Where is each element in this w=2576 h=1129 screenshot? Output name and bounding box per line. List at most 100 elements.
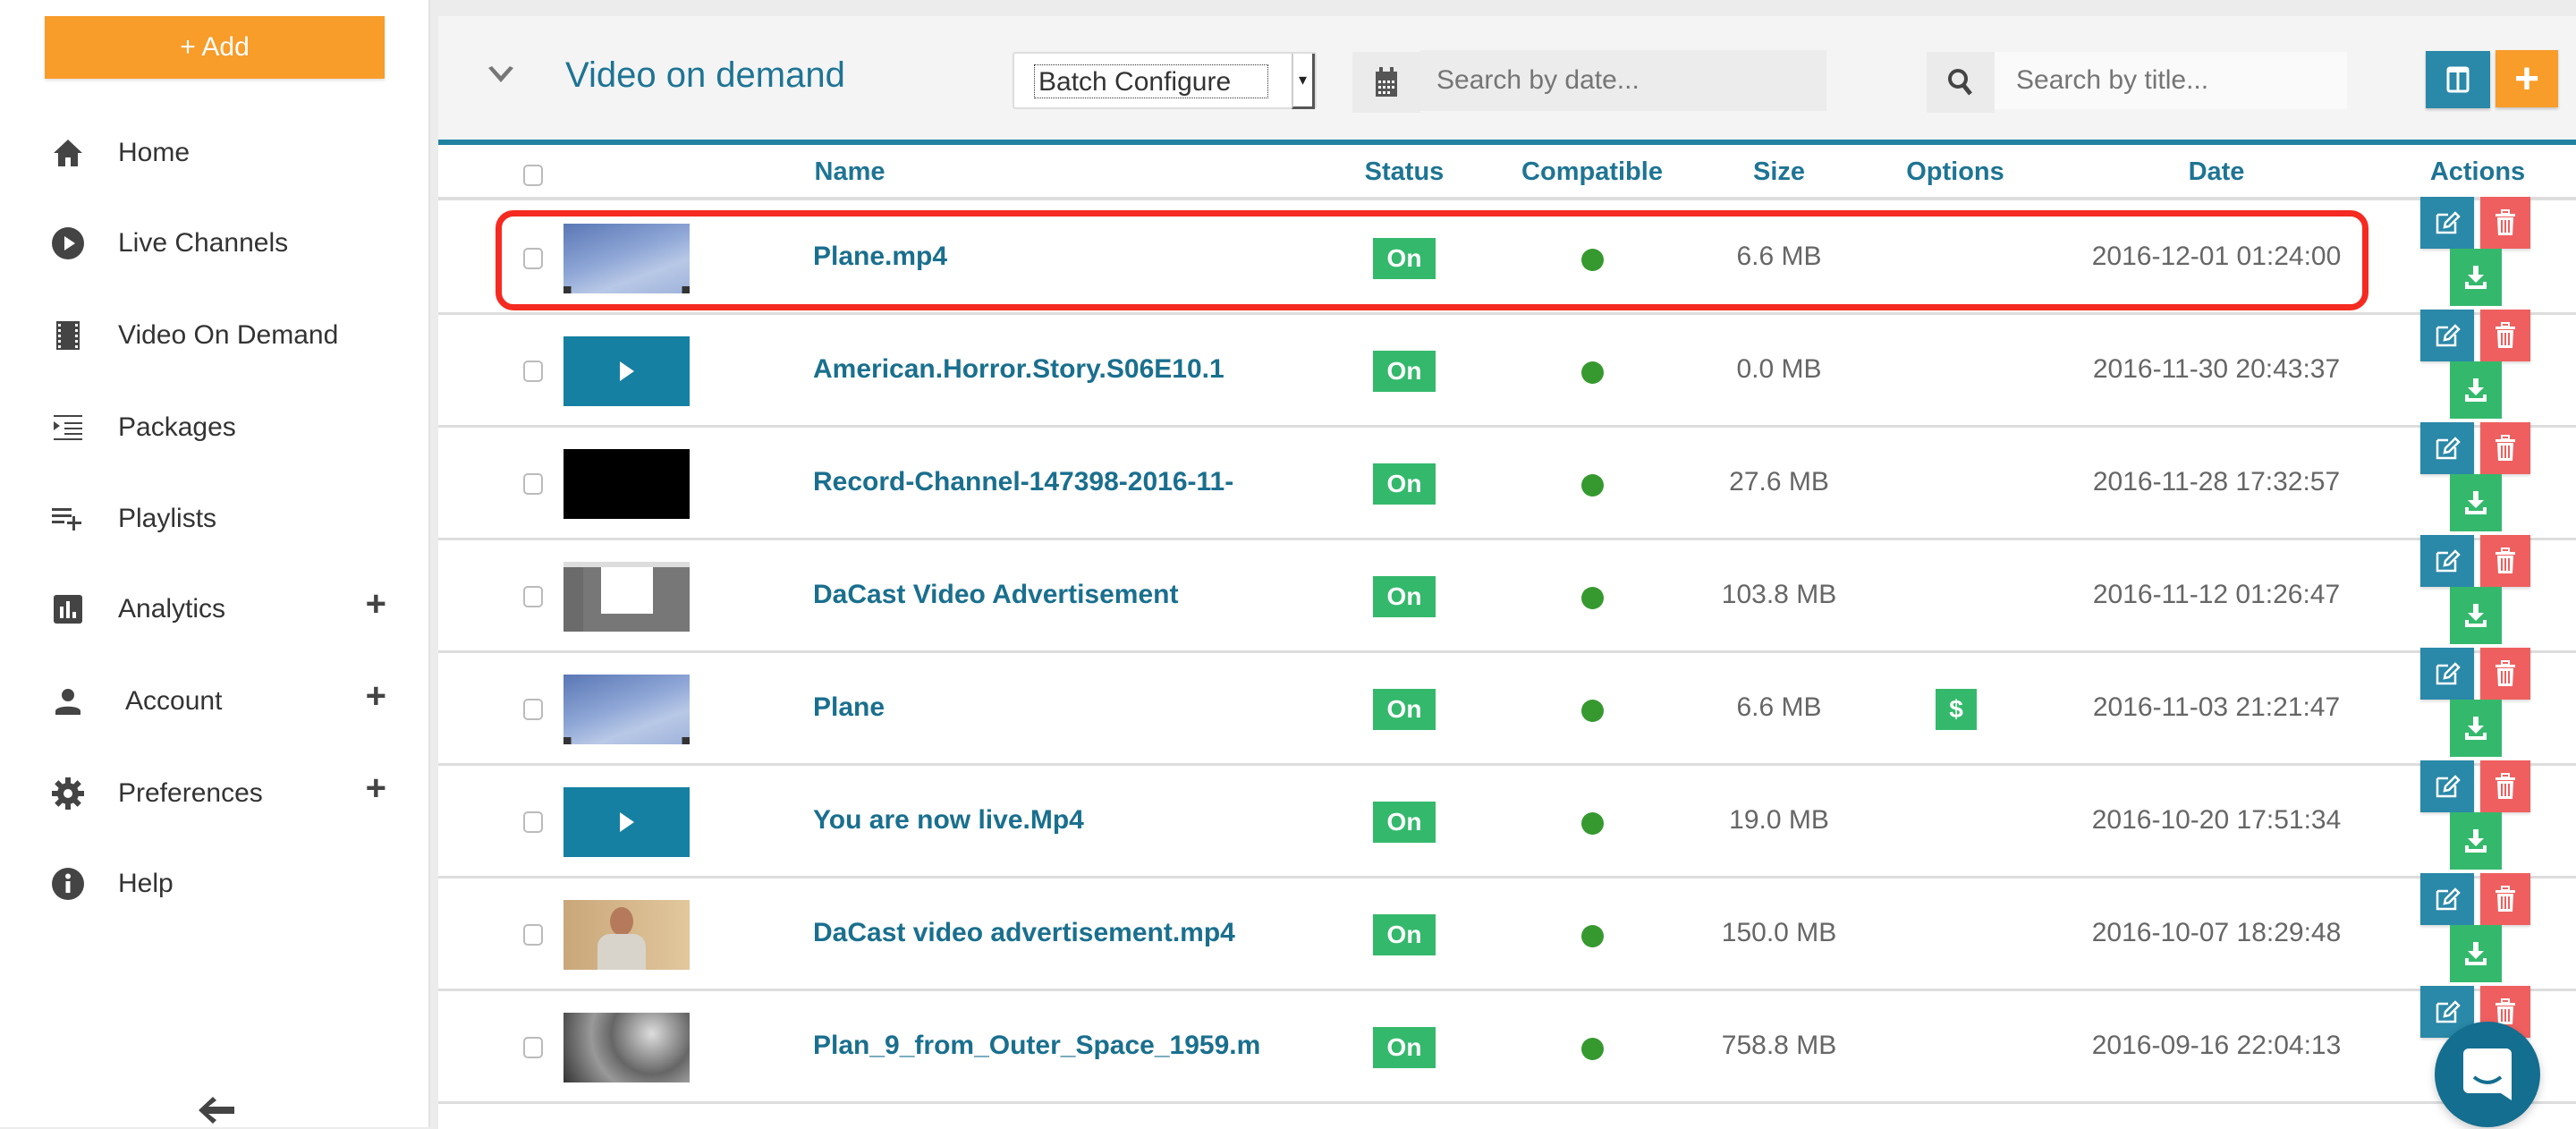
expand-plus-icon[interactable]: +	[366, 676, 386, 717]
video-thumbnail[interactable]	[564, 336, 690, 406]
download-button[interactable]	[2450, 812, 2502, 870]
column-header-name[interactable]: Name	[815, 157, 886, 187]
status-badge[interactable]: On	[1373, 576, 1436, 617]
sidebar-item-account[interactable]: Account +	[50, 675, 408, 728]
chat-launcher-button[interactable]	[2435, 1022, 2540, 1127]
sidebar-item-preferences[interactable]: Preferences +	[50, 767, 408, 820]
edit-button[interactable]	[2420, 648, 2474, 700]
trash-icon	[2496, 998, 2515, 1024]
search-by-date-input[interactable]	[1420, 50, 1826, 111]
sidebar-item-video-on-demand[interactable]: Video On Demand	[50, 309, 408, 362]
paywall-dollar-icon[interactable]: $	[1936, 689, 1977, 730]
status-badge[interactable]: On	[1373, 914, 1436, 955]
batch-configure-select[interactable]: Batch Configure ▾	[1013, 52, 1317, 109]
download-button[interactable]	[2450, 925, 2502, 982]
edit-button[interactable]	[2420, 760, 2474, 812]
add-video-button[interactable]: +	[2496, 50, 2558, 107]
dropdown-arrow-icon[interactable]: ▾	[1292, 54, 1315, 109]
status-badge[interactable]: On	[1373, 802, 1436, 843]
column-header-status[interactable]: Status	[1365, 157, 1445, 187]
chevron-down-icon[interactable]	[485, 59, 517, 91]
table-row[interactable]: You are now live.Mp4 On 19.0 MB 2016-10-20 …	[438, 760, 2576, 879]
compatible-indicator-icon	[1581, 587, 1604, 609]
download-button[interactable]	[2450, 249, 2502, 306]
download-button[interactable]	[2450, 361, 2502, 419]
column-header-options[interactable]: Options	[1906, 157, 2004, 187]
edit-icon	[2436, 549, 2461, 573]
table-row[interactable]: Record-Channel-147398-2016-11- On 27.6 MB 2…	[438, 422, 2576, 540]
edit-button[interactable]	[2420, 422, 2474, 474]
sidebar-item-home[interactable]: Home	[50, 126, 408, 180]
status-badge[interactable]: On	[1373, 351, 1436, 392]
video-name-link[interactable]: Record-Channel-147398-2016-11-	[813, 467, 1233, 497]
compatible-indicator-icon	[1581, 361, 1604, 384]
sidebar-item-live-channels[interactable]: Live Channels	[50, 216, 408, 270]
row-checkbox[interactable]	[523, 924, 543, 946]
video-name-link[interactable]: You are now live.Mp4	[813, 805, 1084, 836]
delete-button[interactable]	[2480, 197, 2530, 249]
delete-button[interactable]	[2480, 760, 2530, 812]
video-thumbnail[interactable]	[564, 787, 690, 857]
sidebar-item-packages[interactable]: Packages	[50, 401, 408, 454]
video-name-link[interactable]: American.Horror.Story.S06E10.1	[813, 354, 1224, 385]
video-name-link[interactable]: Plane	[813, 692, 885, 723]
search-by-title-input[interactable]	[1995, 52, 2347, 109]
sidebar-item-help[interactable]: Help	[50, 857, 408, 911]
video-thumbnail[interactable]	[564, 1013, 690, 1082]
status-badge[interactable]: On	[1373, 689, 1436, 730]
edit-button[interactable]	[2420, 310, 2474, 361]
row-checkbox[interactable]	[523, 248, 543, 269]
sidebar-item-playlists[interactable]: Playlists	[50, 492, 408, 546]
video-name-link[interactable]: Plan_9_from_Outer_Space_1959.m	[813, 1031, 1260, 1061]
compatible-indicator-icon	[1581, 474, 1604, 497]
arrow-left-icon[interactable]	[195, 1093, 238, 1127]
table-row[interactable]: DaCast Video Advertisement On 103.8 MB 2016…	[438, 535, 2576, 653]
download-icon	[2465, 378, 2487, 402]
edit-button[interactable]	[2420, 873, 2474, 925]
row-checkbox[interactable]	[523, 811, 543, 833]
select-all-checkbox[interactable]	[523, 165, 543, 186]
expand-plus-icon[interactable]: +	[366, 584, 386, 624]
status-badge[interactable]: On	[1373, 463, 1436, 505]
main-panel: Video on demand Batch Configure ▾ + Name…	[438, 0, 2576, 1129]
video-thumbnail[interactable]	[564, 449, 690, 519]
video-thumbnail[interactable]	[564, 675, 690, 744]
add-button[interactable]: + Add	[45, 16, 385, 79]
delete-button[interactable]	[2480, 873, 2530, 925]
row-checkbox[interactable]	[523, 699, 543, 720]
row-checkbox[interactable]	[523, 361, 543, 382]
delete-button[interactable]	[2480, 535, 2530, 587]
column-header-date[interactable]: Date	[2189, 157, 2245, 187]
video-name-link[interactable]: DaCast video advertisement.mp4	[813, 918, 1235, 948]
file-size: 758.8 MB	[1721, 1031, 1837, 1060]
video-thumbnail[interactable]	[564, 562, 690, 632]
table-row[interactable]: Plane On 6.6 MB $2016-11-03 21:21:47	[438, 648, 2576, 766]
column-header-size[interactable]: Size	[1753, 157, 1805, 187]
video-thumbnail[interactable]	[564, 900, 690, 970]
column-header-compatible[interactable]: Compatible	[1521, 157, 1663, 187]
table-row[interactable]: American.Horror.Story.S06E10.1 On 0.0 MB 20…	[438, 310, 2576, 428]
sidebar-item-analytics[interactable]: Analytics +	[50, 582, 408, 636]
row-checkbox[interactable]	[523, 586, 543, 607]
video-thumbnail[interactable]	[564, 224, 690, 293]
status-badge[interactable]: On	[1373, 1027, 1436, 1068]
edit-button[interactable]	[2420, 535, 2474, 587]
delete-button[interactable]	[2480, 422, 2530, 474]
row-checkbox[interactable]	[523, 1037, 543, 1058]
delete-button[interactable]	[2480, 648, 2530, 700]
status-badge[interactable]: On	[1373, 238, 1436, 279]
table-row[interactable]: Plane.mp4 On 6.6 MB 2016-12-01 01:24:00	[438, 197, 2576, 315]
columns-toggle-button[interactable]	[2426, 51, 2490, 108]
video-name-link[interactable]: DaCast Video Advertisement	[813, 580, 1178, 610]
sidebar-item-label: Account	[125, 686, 223, 716]
video-name-link[interactable]: Plane.mp4	[813, 242, 947, 272]
table-row[interactable]: DaCast video advertisement.mp4 On 150.0 MB…	[438, 873, 2576, 991]
download-button[interactable]	[2450, 700, 2502, 757]
download-button[interactable]	[2450, 474, 2502, 531]
row-checkbox[interactable]	[523, 473, 543, 495]
expand-plus-icon[interactable]: +	[366, 768, 386, 809]
table-row[interactable]: Plan_9_from_Outer_Space_1959.m On 758.8 MB…	[438, 986, 2576, 1104]
edit-button[interactable]	[2420, 197, 2474, 249]
download-button[interactable]	[2450, 587, 2502, 644]
delete-button[interactable]	[2480, 310, 2530, 361]
